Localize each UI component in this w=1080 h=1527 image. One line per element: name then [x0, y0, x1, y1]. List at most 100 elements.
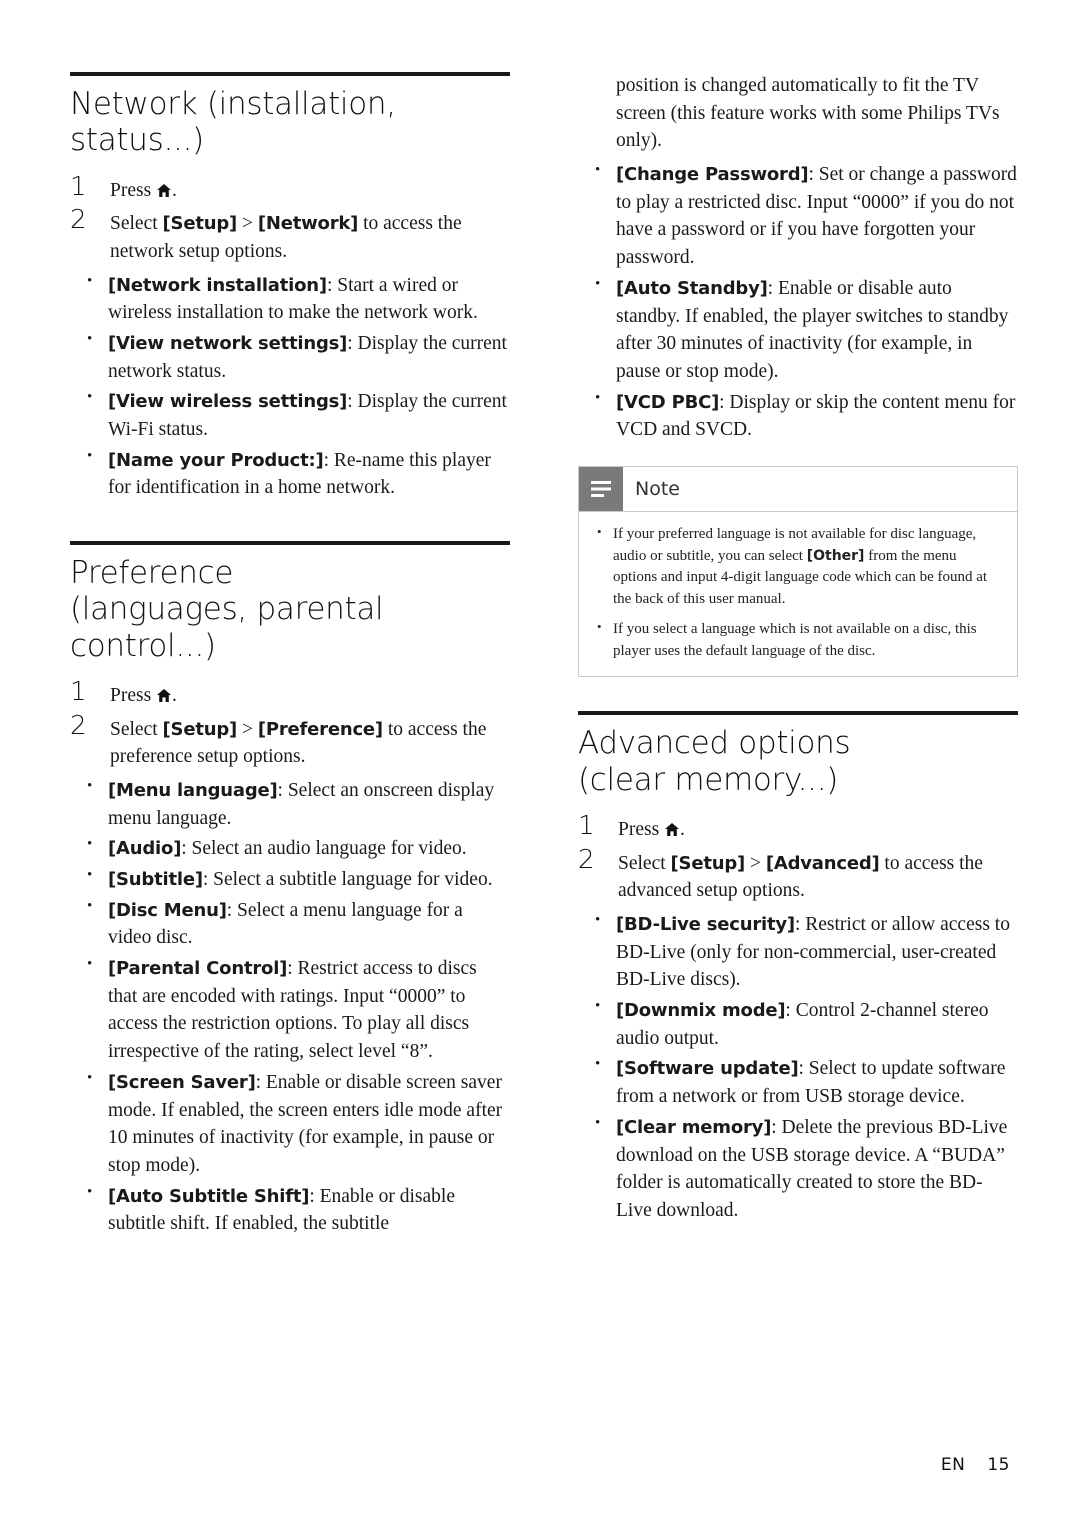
list-item: [Software update]: Select to update soft… — [578, 1054, 1018, 1110]
option-term: [Screen Saver] — [108, 1071, 256, 1093]
continuation-paragraph: position is changed automatically to fit… — [616, 75, 1000, 152]
manual-page: Network (installation, status...) 1 Pres… — [0, 0, 1080, 1527]
step-text: Press . — [618, 812, 685, 844]
list-item: [Downmix mode]: Control 2-channel stereo… — [578, 996, 1018, 1052]
preference-options-list: [Menu language]: Select an onscreen disp… — [70, 776, 510, 1238]
step-number: 2 — [70, 710, 87, 741]
note-list: If your preferred language is not availa… — [587, 523, 1003, 663]
option-term: [Name your Product:] — [108, 449, 324, 471]
list-item: [Menu language]: Select an onscreen disp… — [70, 776, 510, 832]
page-footer: EN 15 — [941, 1455, 1010, 1475]
list-item: [Subtitle]: Select a subtitle language f… — [70, 865, 510, 894]
option-term: [Auto Subtitle Shift] — [108, 1185, 310, 1207]
list-item: [BD-Live security]: Restrict or allow ac… — [578, 910, 1018, 994]
press-label: Press — [110, 684, 157, 706]
press-period: . — [172, 684, 177, 706]
option-term: [Auto Standby] — [616, 277, 768, 299]
right-column: position is changed automatically to fit… — [578, 72, 1018, 1228]
option-term: [Network installation] — [108, 274, 327, 296]
list-item: [Audio]: Select an audio language for vi… — [70, 834, 510, 863]
step-text: Select [Setup] > [Advanced] to access th… — [618, 852, 983, 902]
press-label: Press — [110, 179, 157, 201]
option-term: [Disc Menu] — [108, 899, 227, 921]
note-box: Note If your preferred language is not a… — [578, 465, 1018, 678]
list-item: [Parental Control]: Restrict access to d… — [70, 954, 510, 1066]
step-advanced-2: 2 Select [Setup] > [Advanced] to access … — [578, 846, 1018, 905]
advanced-title-line2: (clear memory...) — [578, 761, 839, 798]
home-icon — [157, 688, 172, 702]
preference-title-line1: Preference — [70, 555, 234, 592]
network-title-line2: status...) — [70, 122, 204, 159]
page-title-network: Network (installation, status...) — [70, 86, 510, 159]
home-icon — [157, 183, 172, 197]
left-column: Network (installation, status...) 1 Pres… — [70, 72, 510, 1241]
step-text: Press . — [110, 173, 177, 205]
note-icon — [579, 466, 623, 511]
step-text: Press . — [110, 678, 177, 710]
option-term: [Change Password] — [616, 164, 809, 186]
step-text: Select [Setup] > [Preference] to access … — [110, 718, 487, 768]
list-item: [Auto Standby]: Enable or disable auto s… — [578, 274, 1018, 386]
note-title: Note — [635, 477, 680, 500]
option-term: [Subtitle] — [108, 869, 203, 891]
option-term: [BD-Live security] — [616, 914, 795, 936]
step-number: 1 — [70, 676, 87, 707]
step-number: 2 — [578, 844, 595, 875]
section-rule — [578, 711, 1018, 716]
option-term: [View wireless settings] — [108, 391, 348, 413]
option-term: [View network settings] — [108, 332, 348, 354]
list-item: [VCD PBC]: Display or skip the content m… — [578, 388, 1018, 444]
note-text-1: If you select a language which is not av… — [613, 620, 977, 659]
option-term: [Parental Control] — [108, 958, 288, 980]
advanced-title-line1: Advanced options — [578, 725, 851, 762]
list-item: [Screen Saver]: Enable or disable screen… — [70, 1068, 510, 1180]
home-icon — [665, 822, 680, 836]
press-label: Press — [618, 818, 665, 840]
section-rule — [70, 72, 510, 76]
footer-language-code: EN — [940, 1455, 966, 1475]
step-number: 2 — [70, 205, 87, 236]
step-text: Select [Setup] > [Network] to access the… — [110, 213, 462, 262]
step-number: 1 — [70, 171, 87, 202]
step-network-2: 2 Select [Setup] > [Network] to access t… — [70, 206, 510, 265]
note-item: If you select a language which is not av… — [587, 618, 1003, 663]
list-item: [Name your Product:]: Re-name this playe… — [70, 446, 510, 502]
option-term: [Audio] — [108, 838, 182, 860]
list-item: [View wireless settings]: Display the cu… — [70, 387, 510, 443]
step-preference-1: 1 Press . — [70, 678, 510, 710]
network-options-list: [Network installation]: Start a wired or… — [70, 271, 510, 503]
advanced-options-list: [BD-Live security]: Restrict or allow ac… — [578, 910, 1018, 1225]
page-number: 15 — [987, 1455, 1010, 1475]
list-item: [Change Password]: Set or change a passw… — [578, 160, 1018, 272]
note-item: If your preferred language is not availa… — [587, 523, 1003, 611]
preference-title-line2: (languages, parental control...) — [70, 591, 384, 664]
list-item: [Network installation]: Start a wired or… — [70, 271, 510, 327]
option-desc: : Select a subtitle language for video. — [202, 869, 493, 891]
page-title-preference: Preference (languages, parental control.… — [70, 555, 510, 664]
network-title-line1: Network (installation, — [70, 86, 396, 122]
option-desc: : Select an audio language for video. — [181, 838, 467, 860]
note-body: If your preferred language is not availa… — [579, 512, 1017, 677]
option-term: [Menu language] — [108, 779, 278, 801]
option-term: [Downmix mode] — [616, 1000, 786, 1022]
note-bold: [Other] — [806, 547, 865, 564]
note-header: Note — [579, 466, 1017, 512]
list-item: [Auto Subtitle Shift]: Enable or disable… — [70, 1182, 510, 1238]
press-period: . — [680, 818, 685, 840]
option-term: [Clear memory] — [616, 1116, 772, 1138]
option-term: [VCD PBC] — [616, 391, 720, 413]
preference-options-list-continued: [Change Password]: Set or change a passw… — [578, 160, 1018, 444]
page-title-advanced: Advanced options (clear memory...) — [578, 725, 1018, 798]
press-period: . — [172, 179, 177, 201]
step-advanced-1: 1 Press . — [578, 812, 1018, 844]
list-item: [Clear memory]: Delete the previous BD-L… — [578, 1113, 1018, 1225]
step-preference-2: 2 Select [Setup] > [Preference] to acces… — [70, 712, 510, 771]
step-number: 1 — [578, 810, 595, 841]
step-network-1: 1 Press . — [70, 173, 510, 205]
list-item: [View network settings]: Display the cur… — [70, 329, 510, 385]
section-rule — [70, 541, 510, 546]
list-item: [Disc Menu]: Select a menu language for … — [70, 896, 510, 952]
option-term: [Software update] — [616, 1058, 799, 1080]
